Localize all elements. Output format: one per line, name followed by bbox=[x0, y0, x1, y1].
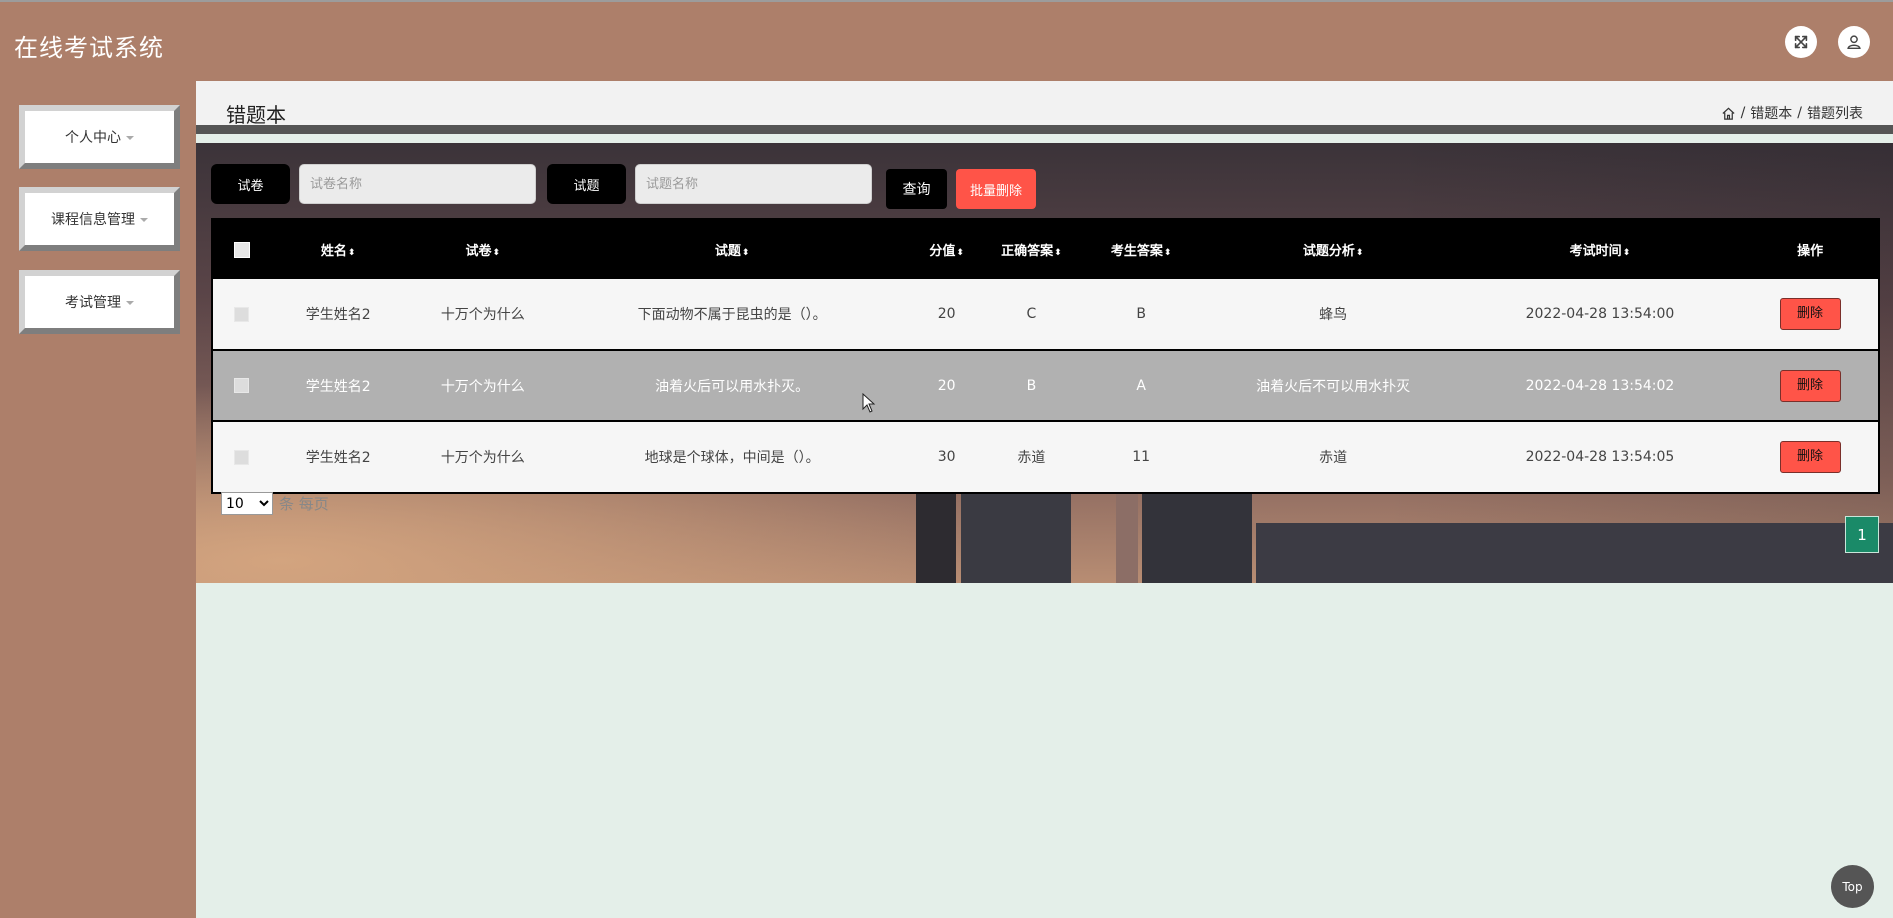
cell-score: 30 bbox=[904, 421, 990, 492]
cell-question: 地球是个球体，中间是（）。 bbox=[560, 421, 905, 492]
sort-icon[interactable]: ⬍ bbox=[1164, 248, 1172, 258]
column-header-name[interactable]: 姓名⬍ bbox=[270, 220, 406, 279]
select-all-checkbox[interactable] bbox=[233, 241, 250, 258]
cell-correct-answer: C bbox=[989, 279, 1074, 351]
fullscreen-icon[interactable] bbox=[1785, 26, 1817, 58]
cell-question: 下面动物不属于昆虫的是（）。 bbox=[560, 279, 905, 351]
background-building bbox=[916, 488, 956, 583]
column-header-analysis[interactable]: 试题分析⬍ bbox=[1208, 220, 1458, 279]
sort-icon[interactable]: ⬍ bbox=[1356, 248, 1364, 258]
delete-button[interactable]: 删除 bbox=[1779, 298, 1841, 330]
cell-name: 学生姓名2 bbox=[270, 350, 406, 422]
caret-down-icon bbox=[126, 136, 134, 140]
breadcrumb-item: 错题列表 bbox=[1807, 106, 1863, 122]
paper-label-button[interactable]: 试卷 bbox=[211, 164, 290, 204]
sort-icon[interactable]: ⬍ bbox=[1054, 248, 1062, 258]
top-bar: 在线考试系统 bbox=[0, 0, 1893, 81]
back-to-top-button[interactable]: Top bbox=[1831, 865, 1874, 908]
sidebar-item-label: 课程信息管理 bbox=[51, 212, 135, 228]
sidebar: 个人中心 课程信息管理 考试管理 bbox=[0, 81, 196, 918]
delete-button[interactable]: 删除 bbox=[1779, 369, 1841, 402]
row-checkbox[interactable] bbox=[234, 449, 250, 465]
column-header-student-answer[interactable]: 考生答案⬍ bbox=[1073, 220, 1209, 279]
sidebar-item-exam-management[interactable]: 考试管理 bbox=[19, 270, 180, 334]
column-header-action: 操作 bbox=[1742, 220, 1878, 279]
user-icon[interactable] bbox=[1838, 26, 1870, 58]
breadcrumb-separator: / bbox=[1740, 105, 1746, 121]
cell-student-answer: A bbox=[1073, 350, 1209, 422]
cell-name: 学生姓名2 bbox=[270, 421, 406, 492]
main-content: 错题本 / 错题本 / 错题列表 bbox=[196, 81, 1893, 918]
question-name-input[interactable] bbox=[635, 164, 872, 204]
caret-down-icon bbox=[140, 218, 148, 222]
question-label-button[interactable]: 试题 bbox=[547, 164, 626, 204]
cell-paper: 十万个为什么 bbox=[405, 279, 561, 351]
cell-score: 20 bbox=[904, 279, 990, 351]
background-building bbox=[1256, 523, 1893, 583]
background-building bbox=[1142, 493, 1252, 583]
batch-delete-button[interactable]: 批量删除 bbox=[956, 169, 1036, 209]
column-header-score[interactable]: 分值⬍ bbox=[904, 220, 990, 279]
cell-paper: 十万个为什么 bbox=[405, 421, 561, 492]
breadcrumb-separator: / bbox=[1797, 105, 1802, 121]
row-checkbox[interactable] bbox=[234, 378, 250, 393]
cell-correct-answer: 赤道 bbox=[989, 421, 1074, 492]
cell-paper: 十万个为什么 bbox=[405, 350, 561, 422]
sidebar-item-course-info[interactable]: 课程信息管理 bbox=[19, 187, 180, 251]
caret-down-icon bbox=[126, 301, 134, 305]
row-checkbox[interactable] bbox=[234, 306, 250, 322]
table-row[interactable]: 学生姓名2 十万个为什么 油着火后可以用水扑灭。 20 B A 油着火后不可以用… bbox=[213, 350, 1878, 422]
delete-button[interactable]: 删除 bbox=[1779, 441, 1841, 473]
page-header: 错题本 / 错题本 / 错题列表 bbox=[196, 81, 1893, 134]
page-number-button[interactable]: 1 bbox=[1845, 516, 1879, 553]
column-header-paper[interactable]: 试卷⬍ bbox=[405, 220, 561, 279]
breadcrumb: / 错题本 / 错题列表 bbox=[1721, 103, 1863, 123]
breadcrumb-item[interactable]: 错题本 bbox=[1750, 103, 1792, 123]
cell-student-answer: B bbox=[1073, 279, 1209, 351]
app-title: 在线考试系统 bbox=[14, 34, 164, 62]
cell-analysis: 油着火后不可以用水扑灭 bbox=[1208, 350, 1458, 422]
sort-icon[interactable]: ⬍ bbox=[956, 248, 964, 258]
sidebar-item-label: 考试管理 bbox=[65, 295, 121, 311]
column-header-exam-time[interactable]: 考试时间⬍ bbox=[1457, 220, 1743, 279]
table-header-row: 姓名⬍ 试卷⬍ 试题⬍ 分值⬍ 正确答案⬍ 考生答案⬍ 试题分析⬍ 考试时间⬍ … bbox=[213, 220, 1878, 279]
mouse-cursor-icon bbox=[862, 393, 876, 413]
wrong-questions-table: 姓名⬍ 试卷⬍ 试题⬍ 分值⬍ 正确答案⬍ 考生答案⬍ 试题分析⬍ 考试时间⬍ … bbox=[211, 218, 1880, 494]
column-header-correct-answer[interactable]: 正确答案⬍ bbox=[989, 220, 1074, 279]
table-row[interactable]: 学生姓名2 十万个为什么 地球是个球体，中间是（）。 30 赤道 11 赤道 2… bbox=[213, 421, 1878, 492]
sort-icon[interactable]: ⬍ bbox=[742, 248, 750, 258]
cell-question: 油着火后可以用水扑灭。 bbox=[560, 350, 905, 422]
cell-exam-time: 2022-04-28 13:54:02 bbox=[1457, 350, 1743, 422]
table-row[interactable]: 学生姓名2 十万个为什么 下面动物不属于昆虫的是（）。 20 C B 蜂鸟 20… bbox=[213, 279, 1878, 351]
per-page-label: 条 每页 bbox=[279, 495, 329, 513]
cell-analysis: 蜂鸟 bbox=[1208, 279, 1458, 351]
cell-student-answer: 11 bbox=[1073, 421, 1209, 492]
page-title: 错题本 bbox=[226, 103, 286, 127]
page-size-control: 10 条 每页 bbox=[221, 492, 329, 515]
cell-analysis: 赤道 bbox=[1208, 421, 1458, 492]
paper-name-input[interactable] bbox=[299, 164, 536, 204]
select-all-cell bbox=[213, 220, 271, 279]
sidebar-item-personal-center[interactable]: 个人中心 bbox=[19, 105, 180, 169]
cell-correct-answer: B bbox=[989, 350, 1074, 422]
home-icon[interactable] bbox=[1721, 106, 1736, 121]
column-header-question[interactable]: 试题⬍ bbox=[560, 220, 905, 279]
background-building bbox=[1116, 488, 1138, 583]
cell-exam-time: 2022-04-28 13:54:00 bbox=[1457, 279, 1743, 351]
cell-name: 学生姓名2 bbox=[270, 279, 406, 351]
cell-exam-time: 2022-04-28 13:54:05 bbox=[1457, 421, 1743, 492]
sort-icon[interactable]: ⬍ bbox=[1623, 248, 1631, 258]
sort-icon[interactable]: ⬍ bbox=[348, 248, 356, 258]
page-size-select[interactable]: 10 bbox=[221, 492, 273, 515]
sort-icon[interactable]: ⬍ bbox=[493, 248, 501, 258]
query-button[interactable]: 查询 bbox=[886, 169, 947, 209]
sidebar-item-label: 个人中心 bbox=[65, 130, 121, 146]
cell-score: 20 bbox=[904, 350, 990, 422]
